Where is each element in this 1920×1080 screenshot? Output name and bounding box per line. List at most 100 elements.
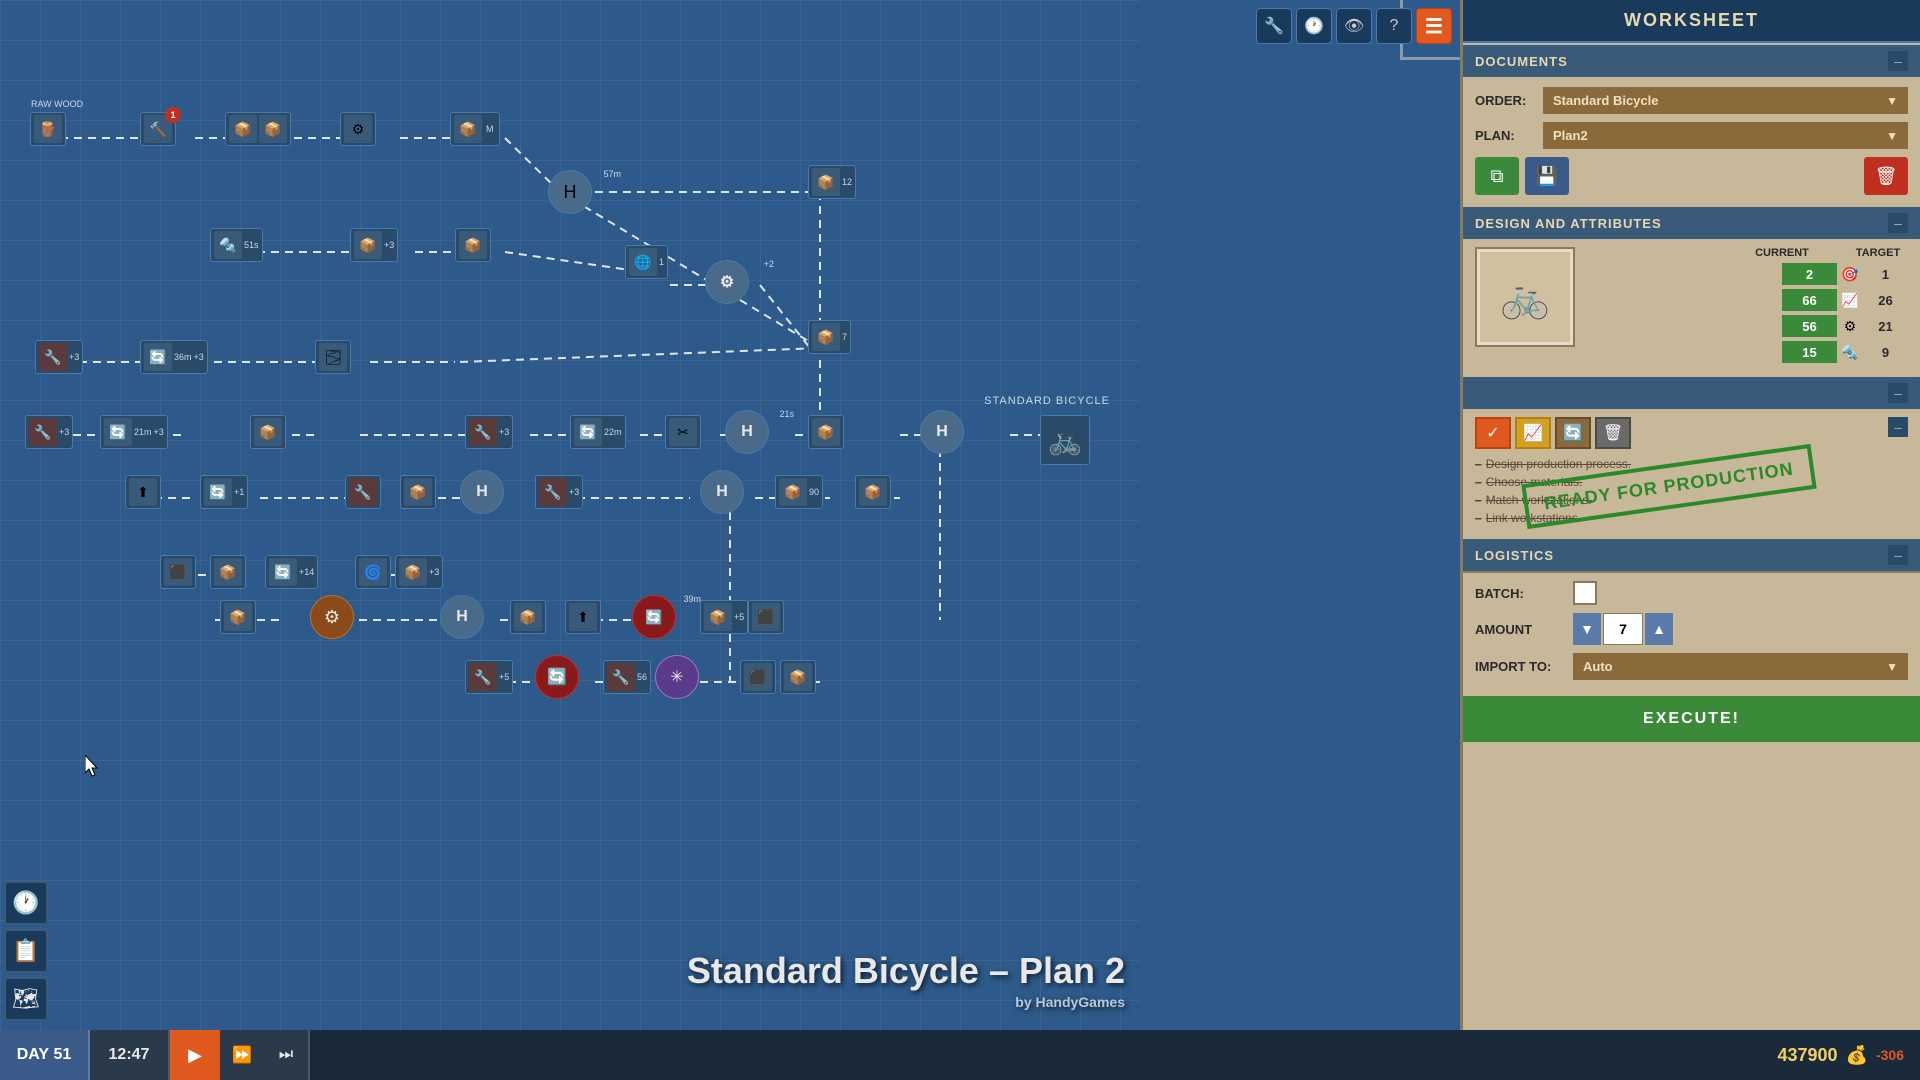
node-4-cut[interactable]: ✂ — [665, 415, 701, 449]
node-6-2[interactable]: 🌀 — [355, 555, 391, 589]
node-process1[interactable]: ⚙ — [340, 112, 376, 146]
node-2-3[interactable]: 📦 — [455, 228, 491, 262]
design-collapse-button[interactable]: – — [1888, 213, 1908, 233]
currency-icon: 💰 — [1846, 1045, 1868, 1066]
hub-node-5b[interactable]: H — [700, 470, 744, 514]
node-5-out2[interactable]: 📦 — [855, 475, 891, 509]
document-sidebar-button[interactable]: 📋 — [4, 929, 48, 973]
tab-checklist[interactable]: ✓ — [1475, 417, 1511, 449]
map-sidebar-button[interactable]: 🗺 — [4, 977, 48, 1021]
node-5-0[interactable]: ⬆ — [125, 475, 161, 509]
node-r2[interactable]: 📦 7 — [808, 320, 851, 354]
node-4-1[interactable]: 🔄 21m +3 — [100, 415, 168, 449]
node-7-2[interactable]: ⬆ — [565, 600, 601, 634]
node-6-1[interactable]: 📦 — [210, 555, 246, 589]
attributes-table: CURRENT TARGET 2 🎯 1 66 📈 26 — [1583, 247, 1908, 367]
skip-forward-button[interactable]: ⏭ — [264, 1030, 308, 1080]
node-5-4[interactable]: 🔧 +3 — [535, 475, 583, 509]
attr-current-2: 56 — [1782, 315, 1837, 337]
hub-node-1[interactable]: H 57m — [548, 170, 592, 214]
help-button[interactable]: ? — [1376, 8, 1412, 44]
tab-delete[interactable]: 🗑 — [1595, 417, 1631, 449]
node-2-1[interactable]: 🔩 51s — [210, 228, 263, 262]
documents-collapse-button[interactable]: – — [1888, 51, 1908, 71]
node-3-2[interactable]: 🌫 — [315, 340, 351, 374]
day-label: DAY — [17, 1046, 49, 1064]
hub-orange-7[interactable]: ⚙ — [310, 595, 354, 639]
standard-bicycle-canvas-label: STANDARD BICYCLE — [984, 395, 1110, 407]
node-6-0[interactable]: ⬛ — [160, 555, 196, 589]
amount-increase-button[interactable]: ▲ — [1645, 613, 1673, 645]
batch-checkbox[interactable] — [1573, 581, 1597, 605]
tab-refresh[interactable]: 🔄 — [1555, 417, 1591, 449]
import-value: Auto — [1583, 659, 1613, 674]
order-dropdown[interactable]: Standard Bicycle ▼ — [1543, 87, 1908, 114]
node-6-hub[interactable]: 🔄 +14 — [265, 555, 318, 589]
menu-button[interactable]: ☰ — [1416, 8, 1452, 44]
node-8-2[interactable]: ⬛ — [740, 660, 776, 694]
node-8-3[interactable]: 📦 — [780, 660, 816, 694]
copy-button[interactable]: ⧉ — [1475, 157, 1519, 195]
play-button[interactable]: ▶ — [170, 1030, 220, 1080]
logistics-collapse-button[interactable]: – — [1888, 545, 1908, 565]
clock-button[interactable]: 🕐 — [1296, 8, 1332, 44]
hub-purple-8[interactable]: ✳ — [655, 655, 699, 699]
plan-row: PLAN: Plan2 ▼ — [1475, 122, 1908, 149]
node-1-4[interactable]: 📦 M — [450, 112, 500, 146]
node-5-2[interactable]: 🔧 — [345, 475, 381, 509]
fast-forward-button[interactable]: ⏩ — [220, 1030, 264, 1080]
playback-controls: ▶ ⏩ ⏭ — [170, 1030, 310, 1080]
node-r1[interactable]: 📦 12 — [808, 165, 856, 199]
attr-current-0: 2 — [1782, 263, 1837, 285]
import-dropdown[interactable]: Auto ▼ — [1573, 653, 1908, 680]
node-4-proc[interactable]: 🔄 22m — [570, 415, 626, 449]
node-8-1[interactable]: 🔧 56 — [603, 660, 651, 694]
node-7-0[interactable]: 📦 — [220, 600, 256, 634]
node-4-out1[interactable]: 📦 — [808, 415, 844, 449]
node-8-0[interactable]: 🔧 +5 — [465, 660, 513, 694]
node-5-out[interactable]: 📦 90 — [775, 475, 823, 509]
clock-sidebar-button[interactable]: 🕐 — [4, 881, 48, 925]
node-3-1[interactable]: 🔄 36m +3 — [140, 340, 208, 374]
node-storage1[interactable]: 📦 📦 — [225, 112, 291, 146]
node-tool1[interactable]: 🔨 1 — [140, 112, 176, 146]
checklist-content: ✓ 📈 🔄 🗑 – Design production process. Cho… — [1463, 409, 1920, 537]
wrench-button[interactable]: 🔧 — [1256, 8, 1292, 44]
node-5-3[interactable]: 📦 — [400, 475, 436, 509]
node-4-2[interactable]: 📦 — [250, 415, 286, 449]
delete-button[interactable]: 🗑 — [1864, 157, 1908, 195]
node-5-1[interactable]: 🔄 +1 — [200, 475, 248, 509]
node-2-2[interactable]: 📦 +3 — [350, 228, 398, 262]
node-7-4[interactable]: ⬛ — [748, 600, 784, 634]
node-raw-wood[interactable]: RAW WOOD 🪵 — [30, 112, 66, 146]
hub-node-2[interactable]: ⚙ +2 — [705, 260, 749, 304]
node-7-3[interactable]: 📦 +5 — [700, 600, 748, 634]
hub-red-8[interactable]: 🔄 — [535, 655, 579, 699]
hub-node-7a[interactable]: H — [440, 595, 484, 639]
execute-button[interactable]: EXECUTE! — [1463, 696, 1920, 742]
worksheet-header: WORKSHEET — [1463, 0, 1920, 43]
hub-node-4a[interactable]: H 21s — [725, 410, 769, 454]
node-globe[interactable]: 🌐 1 — [625, 245, 668, 279]
order-value: Standard Bicycle — [1553, 93, 1659, 108]
node-6-3[interactable]: 📦 +3 — [395, 555, 443, 589]
eye-button[interactable]: 👁 — [1336, 8, 1372, 44]
tab-chart[interactable]: 📈 — [1515, 417, 1551, 449]
save-button[interactable]: 💾 — [1525, 157, 1569, 195]
node-3-0[interactable]: 🔧 +3 — [35, 340, 83, 374]
import-label: IMPORT TO: — [1475, 659, 1565, 674]
node-final-output[interactable]: 🚲 — [1040, 415, 1090, 465]
design-label: DESIGN AND ATTRIBUTES — [1475, 216, 1662, 231]
amount-decrease-button[interactable]: ▼ — [1573, 613, 1601, 645]
tab-collapse-button[interactable]: – — [1888, 417, 1908, 437]
hub-red-7[interactable]: 🔄 39m — [632, 595, 676, 639]
money-value: 437900 — [1777, 1045, 1837, 1066]
checklist-collapse-button[interactable]: – — [1888, 383, 1908, 403]
attr-icon-3: 🔩 — [1841, 344, 1859, 361]
hub-node-5[interactable]: H — [460, 470, 504, 514]
hub-node-4b[interactable]: H — [920, 410, 964, 454]
node-4-0[interactable]: 🔧 +3 — [25, 415, 73, 449]
node-7-1[interactable]: 📦 — [510, 600, 546, 634]
node-4-tool[interactable]: 🔧 +3 — [465, 415, 513, 449]
plan-dropdown[interactable]: Plan2 ▼ — [1543, 122, 1908, 149]
